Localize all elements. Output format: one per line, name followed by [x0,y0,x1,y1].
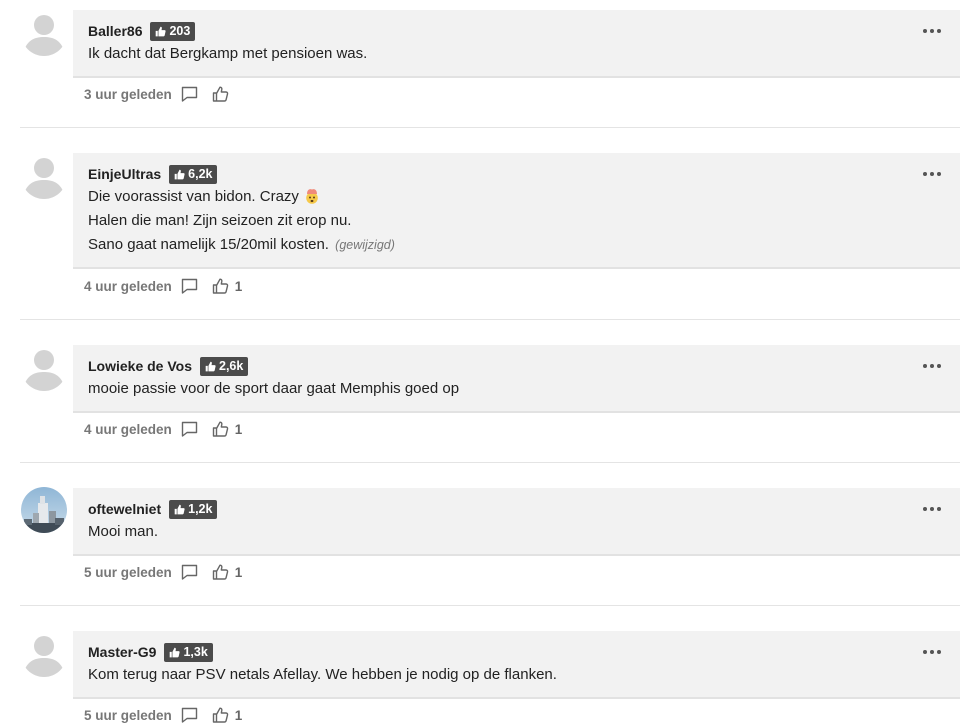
username[interactable]: Baller86 [88,23,142,39]
reply-button[interactable] [181,707,198,723]
edited-label: (gewijzigd) [335,238,395,252]
comment-actions: 5 uur geleden 1 [84,562,242,582]
like-button[interactable]: 1 [212,278,243,294]
comment-line: mooie passie voor de sport daar gaat Mem… [88,380,460,397]
karma-count: 6,2k [188,167,213,181]
exploding-head-emoji [306,189,318,204]
like-count: 1 [234,421,243,437]
like-count: 1 [234,564,243,580]
thumbs-up-icon [212,707,229,723]
user-photo [21,487,67,533]
thumbs-up-icon [174,504,185,514]
divider [20,319,960,320]
divider [20,127,960,128]
reply-icon [181,278,197,294]
username[interactable]: Master-G9 [88,644,156,660]
comment-body: oftewelniet 1,2k Mooi man. [73,488,960,556]
comment-line-text: Sano gaat namelijk 15/20mil kosten. [88,236,329,253]
timestamp: 4 uur geleden [84,421,172,437]
karma-badge: 2,6k [200,356,249,376]
like-count: 1 [234,707,243,723]
comment-body: Lowieke de Vos 2,6k mooie passie voor de… [73,345,960,413]
more-options-icon[interactable] [923,363,941,369]
comment-actions: 3 uur geleden [84,84,229,104]
more-options-icon[interactable] [923,171,941,177]
thumbs-up-icon [205,361,216,371]
comment-line: Sano gaat namelijk 15/20mil kosten. (gew… [88,233,946,257]
username[interactable]: oftewelniet [88,501,161,517]
user-placeholder-icon [23,636,65,677]
reply-icon [181,86,197,102]
like-button[interactable]: 1 [212,421,243,437]
user-placeholder-icon [23,158,65,199]
divider [20,605,960,606]
comment-actions: 4 uur geleden 1 [84,276,242,296]
reply-button[interactable] [181,421,198,437]
user-placeholder-icon [23,15,65,56]
comment-text: Mooi man. [88,520,946,544]
karma-badge: 1,3k [164,642,213,662]
karma-count: 2,6k [219,359,244,373]
more-options-icon[interactable] [923,506,941,512]
timestamp: 5 uur geleden [84,564,172,580]
comment-text: Kom terug naar PSV netals Afellay. We he… [88,663,946,687]
like-button[interactable]: 1 [212,707,243,723]
comment-actions: 4 uur geleden 1 [84,419,242,439]
timestamp: 3 uur geleden [84,86,172,102]
avatar[interactable] [21,487,67,533]
username[interactable]: EinjeUltras [88,166,161,182]
thumbs-up-icon [174,169,185,179]
comment-line: Ik dacht dat Bergkamp met pensioen was. [88,45,368,62]
comment-line: Halen die man! Zijn seizoen zit erop nu. [88,212,352,229]
comment-text: mooie passie voor de sport daar gaat Mem… [88,377,946,401]
thumbs-up-icon [212,564,229,580]
thumbs-up-icon [212,278,229,294]
timestamp: 5 uur geleden [84,707,172,723]
divider [20,462,960,463]
karma-count: 1,3k [183,645,208,659]
thumbs-up-icon [212,86,229,102]
reply-button[interactable] [181,278,198,294]
like-count: 1 [234,278,243,294]
like-button[interactable] [212,86,229,102]
reply-icon [181,564,197,580]
comment-body: EinjeUltras 6,2k Die voorassist van bido… [73,153,960,269]
avatar[interactable] [21,345,67,391]
timestamp: 4 uur geleden [84,278,172,294]
thumbs-up-icon [212,421,229,437]
more-options-icon[interactable] [923,649,941,655]
karma-badge: 203 [150,21,196,41]
user-placeholder-icon [23,350,65,391]
karma-count: 203 [169,24,191,38]
avatar[interactable] [21,153,67,199]
username[interactable]: Lowieke de Vos [88,358,192,374]
comment-line-text: Die voorassist van bidon. Crazy [88,188,299,205]
comment-body: Baller86 203 Ik dacht dat Bergkamp met p… [73,10,960,78]
comment-line: Mooi man. [88,523,159,540]
reply-button[interactable] [181,86,198,102]
karma-count: 1,2k [188,502,213,516]
thumbs-up-icon [156,26,167,36]
comment-text: Die voorassist van bidon. Crazy Halen di… [88,185,946,257]
comment-line: Die voorassist van bidon. Crazy [88,185,946,209]
more-options-icon[interactable] [923,28,941,34]
avatar[interactable] [21,631,67,677]
comment-text: Ik dacht dat Bergkamp met pensioen was. [88,42,946,66]
reply-button[interactable] [181,564,198,580]
reply-icon [181,707,197,723]
karma-badge: 1,2k [169,499,218,519]
comment-actions: 5 uur geleden 1 [84,705,242,725]
comment-line: Kom terug naar PSV netals Afellay. We he… [88,666,557,683]
avatar[interactable] [21,10,67,56]
karma-badge: 6,2k [169,164,218,184]
comment-body: Master-G9 1,3k Kom terug naar PSV netals… [73,631,960,699]
thumbs-up-icon [170,647,181,657]
comment-feed: Baller86 203 Ik dacht dat Bergkamp met p… [0,0,977,725]
reply-icon [181,421,197,437]
like-button[interactable]: 1 [212,564,243,580]
